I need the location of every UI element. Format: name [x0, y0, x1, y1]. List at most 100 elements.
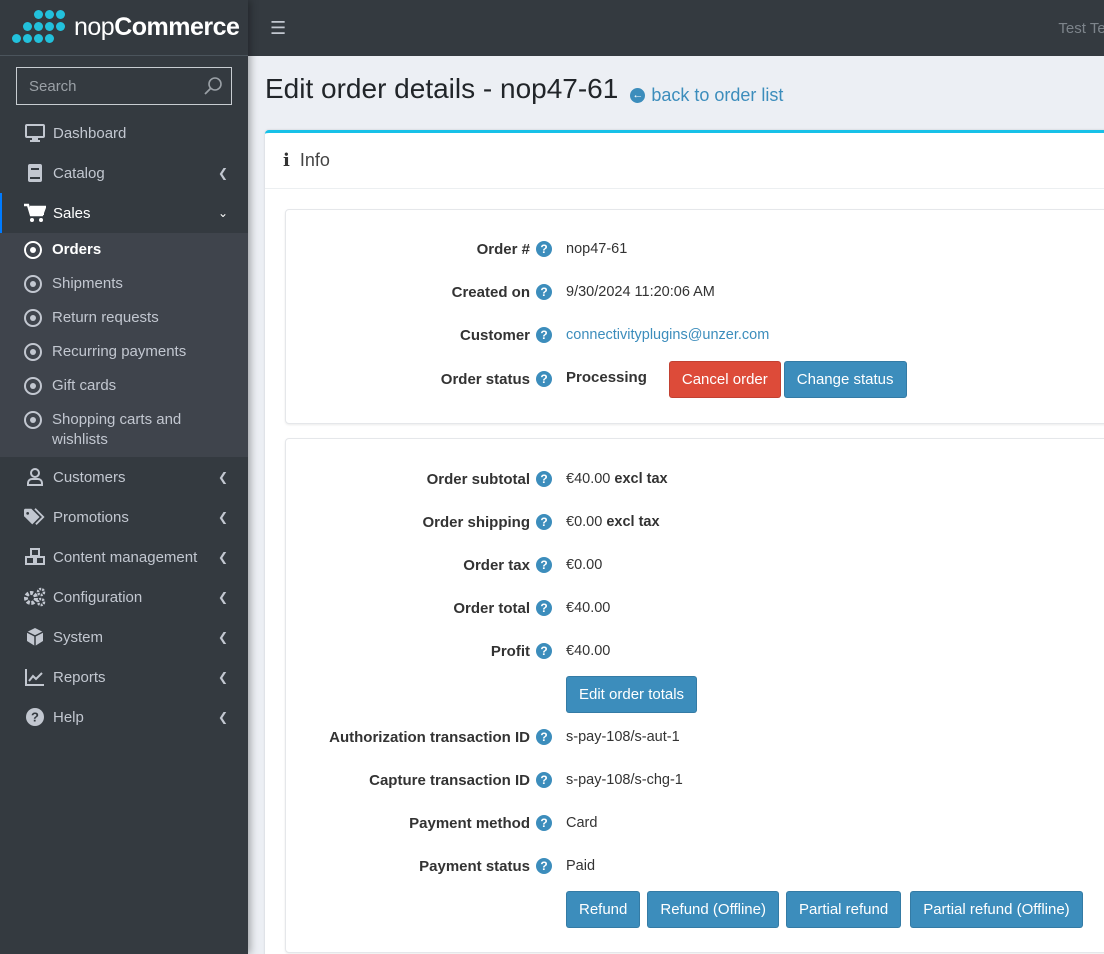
help-icon[interactable]: ? [536, 643, 552, 659]
sidebar-item-customers[interactable]: Customers ❮ [0, 457, 248, 497]
help-icon[interactable]: ? [536, 772, 552, 788]
back-to-order-list-link[interactable]: ← back to order list [630, 85, 783, 106]
help-icon[interactable]: ? [536, 858, 552, 874]
help-icon[interactable]: ? [536, 471, 552, 487]
created-on-row: Created on ? 9/30/2024 11:20:06 AM [451, 283, 715, 301]
payment-method-row: Payment method ? Card [409, 814, 598, 832]
brand-name: nopCommerce [74, 13, 240, 41]
order-subtotal-row: Order subtotal ? €40.00 excl tax [426, 470, 668, 488]
user-icon [24, 467, 46, 487]
sidebar-item-shipments[interactable]: Shipments [0, 267, 248, 301]
cube-icon [24, 627, 46, 647]
refund-offline-button[interactable]: Refund (Offline) [647, 890, 779, 928]
top-navbar: ☰ Test Tea [248, 0, 1104, 56]
chevron-left-icon: ❮ [217, 510, 228, 524]
order-number-row: Order # ? nop47-61 [476, 240, 628, 258]
customer-row: Customer ? connectivityplugins@unzer.com [459, 326, 770, 344]
help-icon[interactable]: ? [536, 327, 552, 343]
card-title: Info [299, 150, 330, 170]
created-on-value: 9/30/2024 11:20:06 AM [566, 284, 715, 300]
user-name[interactable]: Test Tea [1058, 20, 1104, 37]
tags-icon [24, 507, 46, 527]
capture-transaction-row: Capture transaction ID ? s-pay-108/s-chg… [369, 771, 683, 789]
chevron-left-icon: ❮ [217, 470, 228, 484]
refund-buttons-row: Refund Refund (Offline) Partial refund P… [286, 890, 1104, 928]
customer-email-link[interactable]: connectivityplugins@unzer.com [566, 327, 769, 343]
partial-refund-offline-button[interactable]: Partial refund (Offline) [910, 890, 1083, 928]
help-icon[interactable]: ? [536, 241, 552, 257]
sidebar-item-orders[interactable]: Orders [0, 233, 248, 267]
logo-dots-icon [12, 10, 66, 45]
info-icon: i [283, 150, 290, 171]
arrow-circle-left-icon: ← [630, 87, 646, 103]
info-card: i Info Order # ? nop47-61 Created on ? 9… [265, 130, 1104, 954]
edit-order-totals-button[interactable]: Edit order totals [566, 675, 698, 713]
page-title: Edit order details - nop47-61 [265, 73, 619, 104]
order-totals-panel: Order subtotal ? €40.00 excl tax Order s… [285, 438, 1104, 953]
order-status-row: Order status ? Processing Cancel order C… [286, 360, 1104, 398]
sidebar-item-configuration[interactable]: Configuration ❮ [0, 577, 248, 617]
sidebar-item-reports[interactable]: Reports ❮ [0, 657, 248, 697]
refund-button[interactable]: Refund [566, 890, 641, 928]
help-icon[interactable]: ? [536, 557, 552, 573]
hamburger-menu-icon[interactable]: ☰ [270, 18, 286, 39]
chart-line-icon [24, 667, 46, 687]
cart-icon [24, 203, 46, 223]
sidebar: nopCommerce Dashboard Catalog ❮ Sales ⌄ … [0, 0, 248, 954]
chevron-left-icon: ❮ [217, 630, 228, 644]
search-icon[interactable] [203, 76, 223, 96]
sidebar-item-system[interactable]: System ❮ [0, 617, 248, 657]
cubes-icon [24, 547, 46, 567]
circle-dot-icon [24, 343, 42, 361]
circle-dot-icon [24, 411, 42, 429]
auth-transaction-row: Authorization transaction ID ? s-pay-108… [329, 728, 680, 746]
cancel-order-button[interactable]: Cancel order [668, 360, 781, 398]
chevron-left-icon: ❮ [217, 670, 228, 684]
svg-text:?: ? [31, 710, 39, 725]
circle-dot-icon [24, 275, 42, 293]
gears-icon [24, 587, 46, 607]
circle-dot-icon [24, 309, 42, 327]
main-content: Edit order details - nop47-61 ← back to o… [248, 56, 1104, 954]
chevron-left-icon: ❮ [217, 710, 228, 724]
help-icon[interactable]: ? [536, 729, 552, 745]
chevron-left-icon: ❮ [217, 590, 228, 604]
change-status-button[interactable]: Change status [783, 360, 907, 398]
sidebar-item-sales[interactable]: Sales ⌄ [0, 193, 248, 233]
partial-refund-button[interactable]: Partial refund [785, 890, 902, 928]
order-status-value: Processing [566, 368, 647, 386]
sidebar-item-shopping-carts[interactable]: Shopping carts and wishlists [0, 403, 248, 457]
sidebar-item-recurring-payments[interactable]: Recurring payments [0, 335, 248, 369]
card-header: i Info [265, 133, 1104, 189]
chevron-left-icon: ❮ [217, 550, 228, 564]
book-icon [24, 163, 46, 183]
edit-totals-row: Edit order totals [286, 675, 1104, 713]
sidebar-item-content-management[interactable]: Content management ❮ [0, 537, 248, 577]
sidebar-item-gift-cards[interactable]: Gift cards [0, 369, 248, 403]
search-input[interactable] [29, 77, 189, 95]
sidebar-item-dashboard[interactable]: Dashboard [0, 113, 248, 153]
order-tax-row: Order tax ? €0.00 [463, 556, 603, 574]
help-icon[interactable]: ? [536, 284, 552, 300]
question-circle-icon: ? [24, 707, 46, 727]
sales-submenu: Orders Shipments Return requests Recurri… [0, 233, 248, 457]
help-icon[interactable]: ? [536, 815, 552, 831]
order-number-value: nop47-61 [566, 241, 628, 257]
order-info-panel: Order # ? nop47-61 Created on ? 9/30/202… [285, 209, 1104, 424]
sidebar-item-promotions[interactable]: Promotions ❮ [0, 497, 248, 537]
sidebar-item-help[interactable]: ? Help ❮ [0, 697, 248, 737]
help-icon[interactable]: ? [536, 514, 552, 530]
sidebar-item-return-requests[interactable]: Return requests [0, 301, 248, 335]
sidebar-nav: Dashboard Catalog ❮ Sales ⌄ Orders Shipm… [0, 113, 248, 737]
order-total-row: Order total ? €40.00 [453, 599, 611, 617]
chevron-down-icon: ⌄ [217, 206, 228, 220]
circle-dot-icon [24, 241, 42, 259]
help-icon[interactable]: ? [536, 371, 552, 387]
page-header: Edit order details - nop47-61 ← back to o… [248, 56, 1104, 106]
chevron-left-icon: ❮ [217, 166, 228, 180]
sidebar-search [16, 67, 232, 105]
sidebar-item-catalog[interactable]: Catalog ❮ [0, 153, 248, 193]
help-icon[interactable]: ? [536, 600, 552, 616]
brand-logo[interactable]: nopCommerce [0, 0, 248, 56]
monitor-icon [24, 123, 46, 143]
